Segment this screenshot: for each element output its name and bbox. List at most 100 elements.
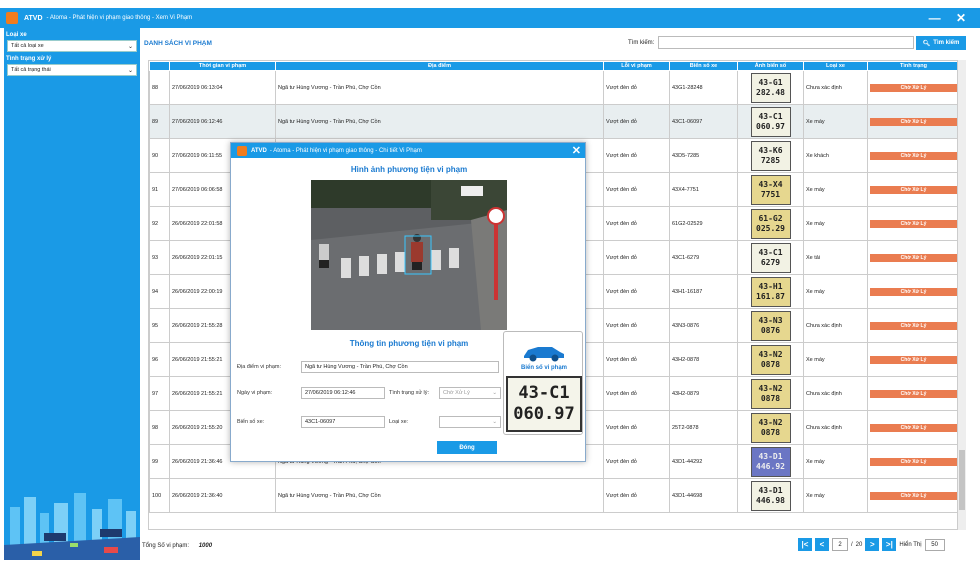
status-badge[interactable]: Chờ Xử Lý bbox=[870, 491, 957, 500]
status-cell: Chờ Xử Lý bbox=[867, 274, 957, 309]
status-badge[interactable]: Chờ Xử Lý bbox=[870, 457, 957, 466]
total-label: Tổng Số vi phạm: bbox=[142, 543, 190, 549]
close-icon[interactable]: ✕ bbox=[572, 144, 581, 157]
last-page-button[interactable]: >| bbox=[882, 538, 897, 551]
col-header-violation[interactable]: Lỗi vi phạm bbox=[603, 61, 670, 71]
location-field[interactable]: Ngã tư Hùng Vương - Trần Phú, Chợ Cồn bbox=[301, 361, 499, 373]
status-badge[interactable]: Chờ Xử Lý bbox=[870, 253, 957, 262]
plate-thumbnail-line: 43-N2 bbox=[758, 383, 783, 393]
plate-thumbnail[interactable]: 61-G2 025.29 bbox=[750, 208, 791, 239]
per-page-select[interactable]: 50 bbox=[924, 538, 945, 551]
table-row[interactable]: 89 27/06/2019 06:12:46 Ngã tư Hùng Vương -… bbox=[149, 104, 957, 139]
violation-photo bbox=[311, 180, 507, 330]
violation-type: Vượt đèn đỏ bbox=[603, 206, 670, 241]
plate-thumbnail[interactable]: 43-D1 446.92 bbox=[750, 446, 791, 477]
plate-thumbnail[interactable]: 43-N2 0878 bbox=[750, 412, 791, 443]
page-number-input[interactable]: 2 bbox=[832, 538, 848, 551]
violation-type: Vượt đèn đỏ bbox=[603, 444, 670, 479]
col-header-vehicle-type[interactable]: Loại xe bbox=[803, 61, 868, 71]
first-page-button[interactable]: |< bbox=[798, 538, 812, 551]
row-number: 98 bbox=[149, 410, 170, 445]
plate-thumbnail[interactable]: 43-N2 0878 bbox=[750, 378, 791, 409]
window-controls[interactable]: — ✕ bbox=[929, 11, 972, 25]
car-icon bbox=[524, 347, 564, 362]
status-badge[interactable]: Chờ Xử Lý bbox=[870, 287, 957, 296]
plate-thumbnail[interactable]: 43-G1 282.48 bbox=[750, 72, 791, 103]
next-page-button[interactable]: > bbox=[865, 538, 880, 551]
status-badge[interactable]: Chờ Xử Lý bbox=[870, 151, 957, 160]
search-button[interactable]: 🔍︎ Tìm kiếm bbox=[916, 36, 966, 50]
plate-line-1: 43-C1 bbox=[518, 383, 570, 403]
violation-type: Vượt đèn đỏ bbox=[603, 240, 670, 275]
plate-thumbnail[interactable]: 43-N3 0876 bbox=[750, 310, 791, 341]
col-header-plate[interactable]: Biển số xe bbox=[669, 61, 738, 71]
plate-thumbnail[interactable]: 43-H1 161.87 bbox=[750, 276, 791, 307]
plate-image-cell: 43-N3 0876 bbox=[737, 308, 804, 343]
search-input[interactable] bbox=[658, 36, 914, 49]
plate-thumbnail[interactable]: 43-K6 7285 bbox=[750, 140, 791, 171]
status-badge[interactable]: Chờ Xử Lý bbox=[870, 185, 957, 194]
vehicle-type-select[interactable]: ⌄ bbox=[439, 416, 501, 428]
table-row[interactable]: 100 26/06/2019 21:36:40 Ngã tư Hùng Vương … bbox=[149, 478, 957, 513]
violation-type: Vượt đèn đỏ bbox=[603, 308, 670, 343]
modal-titlebar: ATVD - Atoma - Phát hiện vi phạm giao th… bbox=[231, 143, 585, 158]
table-scrollbar[interactable] bbox=[958, 60, 966, 530]
plate-number: 43X4-7751 bbox=[669, 172, 738, 207]
plate-card-label: Biển số vi phạm bbox=[520, 365, 567, 371]
plate-thumbnail-line: 0878 bbox=[760, 359, 781, 369]
col-header-plate-image[interactable]: Ảnh biển số bbox=[737, 61, 804, 71]
table-row[interactable]: 88 27/06/2019 06:13:04 Ngã tư Hùng Vương -… bbox=[149, 70, 957, 105]
row-number: 88 bbox=[149, 70, 170, 105]
total-violations: Tổng Số vi phạm: 1000 bbox=[142, 543, 212, 549]
plate-number: 43G1-28248 bbox=[669, 70, 738, 105]
status-badge[interactable]: Chờ Xử Lý bbox=[870, 321, 957, 330]
status-badge[interactable]: Chờ Xử Lý bbox=[870, 389, 957, 398]
date-field[interactable]: 27/06/2019 06:12:46 bbox=[301, 387, 385, 399]
plate-thumbnail[interactable]: 43-D1 446.98 bbox=[750, 480, 791, 511]
filter-sidebar: Loại xe Tất cả loại xe ⌄ Tình trạng xử l… bbox=[4, 28, 140, 560]
status-filter-value: Tất cả trạng thái bbox=[11, 67, 51, 73]
plate-thumbnail-line: 43-G1 bbox=[758, 77, 783, 87]
vehicle-type: Xe máy bbox=[803, 444, 868, 479]
plate-thumbnail-line: 43-N3 bbox=[758, 315, 783, 325]
row-number: 90 bbox=[149, 138, 170, 173]
status-cell: Chờ Xử Lý bbox=[867, 240, 957, 275]
plate-thumbnail[interactable]: 43-N2 0878 bbox=[750, 344, 791, 375]
status-cell: Chờ Xử Lý bbox=[867, 138, 957, 173]
plate-number: 43H2-0878 bbox=[669, 342, 738, 377]
close-button[interactable]: Đóng bbox=[437, 441, 497, 454]
row-number: 89 bbox=[149, 104, 170, 139]
status-badge[interactable]: Chờ Xử Lý bbox=[870, 219, 957, 228]
plate-thumbnail-line: 43-H1 bbox=[758, 281, 783, 291]
plate-number: 43H2-0879 bbox=[669, 376, 738, 411]
vehicle-type-select[interactable]: Tất cả loại xe ⌄ bbox=[7, 40, 137, 52]
status-filter-select[interactable]: Tất cả trạng thái ⌄ bbox=[7, 64, 137, 76]
plate-thumbnail[interactable]: 43-X4 7751 bbox=[750, 174, 791, 205]
col-header-location[interactable]: Địa điểm bbox=[275, 61, 604, 71]
violation-location: Ngã tư Hùng Vương - Trần Phú, Chợ Cồn bbox=[275, 104, 604, 139]
col-header-no bbox=[149, 61, 170, 71]
scrollbar-thumb[interactable] bbox=[959, 450, 965, 510]
plate-thumbnail[interactable]: 43-C1 060.97 bbox=[750, 106, 791, 137]
plate-image-cell: 43-H1 161.87 bbox=[737, 274, 804, 309]
status-badge[interactable]: Chờ Xử Lý bbox=[870, 423, 957, 432]
plate-thumbnail-line: 43-K6 bbox=[758, 145, 783, 155]
vehicle-type: Xe máy bbox=[803, 342, 868, 377]
plate-thumbnail[interactable]: 43-C1 6279 bbox=[750, 242, 791, 273]
plate-field[interactable]: 43C1-06097 bbox=[301, 416, 385, 428]
plate-thumbnail-line: 43-C1 bbox=[758, 247, 783, 257]
col-header-time[interactable]: Thời gian vi phạm bbox=[169, 61, 276, 71]
status-cell: Chờ Xử Lý bbox=[867, 342, 957, 377]
prev-page-button[interactable]: < bbox=[815, 538, 829, 551]
plate-thumbnail-line: 43-C1 bbox=[758, 111, 783, 121]
status-badge[interactable]: Chờ Xử Lý bbox=[870, 355, 957, 364]
status-badge[interactable]: Chờ Xử Lý bbox=[870, 117, 957, 126]
search-icon: 🔍︎ bbox=[922, 40, 931, 47]
status-cell: Chờ Xử Lý bbox=[867, 444, 957, 479]
col-header-status[interactable]: Tình trạng bbox=[867, 61, 957, 71]
status-select[interactable]: Chờ Xử Lý ⌄ bbox=[439, 387, 501, 399]
modal-app-name: ATVD bbox=[251, 147, 267, 154]
status-badge[interactable]: Chờ Xử Lý bbox=[870, 83, 957, 92]
plate-thumbnail-line: 7751 bbox=[760, 189, 781, 199]
vehicle-type-label: Loại xe: bbox=[389, 419, 409, 425]
